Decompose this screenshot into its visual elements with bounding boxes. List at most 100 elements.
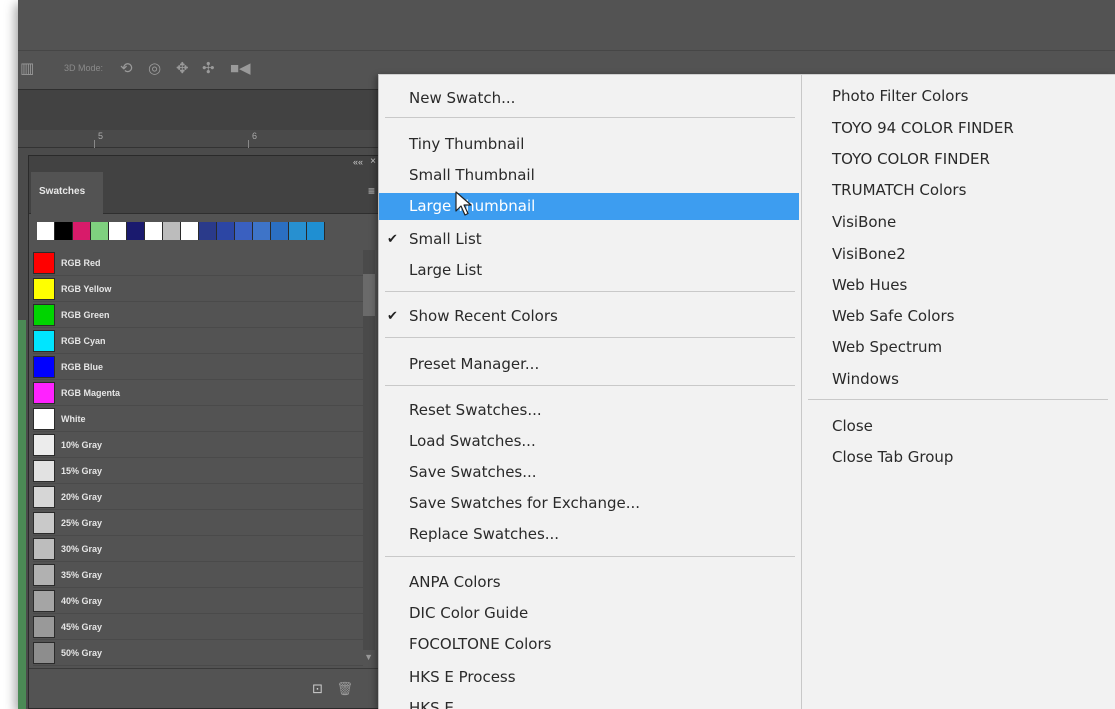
menu-item-web-hues[interactable]: Web Hues bbox=[802, 272, 1115, 299]
menu-item-load-swatches[interactable]: Load Swatches... bbox=[379, 428, 799, 455]
menu-item-label: Show Recent Colors bbox=[409, 307, 558, 325]
menu-item-new-swatch[interactable]: New Swatch... bbox=[379, 85, 799, 112]
swatch-row[interactable]: RGB Green bbox=[33, 302, 363, 328]
recent-colors-row bbox=[37, 222, 325, 240]
menu-item-preset-manager[interactable]: Preset Manager... bbox=[379, 351, 799, 378]
new-swatch-icon[interactable]: ⊡ bbox=[312, 681, 323, 697]
menu-item-photo-filter-colors[interactable]: Photo Filter Colors bbox=[802, 83, 1115, 110]
menu-item-save-swatches[interactable]: Save Swatches... bbox=[379, 459, 799, 486]
menu-item-close[interactable]: Close bbox=[802, 413, 1115, 440]
roll-3d-icon[interactable]: ◎ bbox=[148, 61, 161, 77]
menu-item-show-recent-colors[interactable]: ✔ Show Recent Colors bbox=[379, 303, 799, 330]
menu-item-visibone[interactable]: VisiBone bbox=[802, 209, 1115, 236]
recent-color-swatch[interactable] bbox=[163, 222, 181, 240]
swatch-row[interactable]: 50% Gray bbox=[33, 640, 363, 666]
menu-item-small-list[interactable]: ✔ Small List bbox=[379, 226, 799, 253]
swatch-name: 25% Gray bbox=[61, 517, 103, 528]
rotate-3d-icon[interactable]: ⟲ bbox=[120, 61, 133, 77]
menu-item-large-thumbnail[interactable]: Large Thumbnail bbox=[379, 193, 799, 220]
swatch-row[interactable]: RGB Cyan bbox=[33, 328, 363, 354]
recent-color-swatch[interactable] bbox=[145, 222, 163, 240]
workspace-icon[interactable]: ▥ bbox=[20, 61, 34, 77]
menu-item-windows[interactable]: Windows bbox=[802, 366, 1115, 393]
swatch-name: 20% Gray bbox=[61, 491, 103, 502]
menu-item-trumatch-colors[interactable]: TRUMATCH Colors bbox=[802, 177, 1115, 204]
slide-3d-icon[interactable]: ✣ bbox=[202, 61, 215, 77]
menu-item-anpa-colors[interactable]: ANPA Colors bbox=[379, 569, 799, 596]
zoom-3d-camera-icon[interactable]: ■◀ bbox=[230, 61, 251, 77]
swatch-row[interactable]: 10% Gray bbox=[33, 432, 363, 458]
recent-color-swatch[interactable] bbox=[73, 222, 91, 240]
swatch-color-chip bbox=[33, 329, 55, 352]
menu-separator bbox=[385, 117, 795, 118]
swatch-name: 35% Gray bbox=[61, 569, 103, 580]
menu-item-toyo-94-color-finder[interactable]: TOYO 94 COLOR FINDER bbox=[802, 115, 1115, 142]
menu-item-large-list[interactable]: Large List bbox=[379, 257, 799, 284]
swatch-color-chip bbox=[33, 277, 55, 300]
recent-color-swatch[interactable] bbox=[37, 222, 55, 240]
menu-item-tiny-thumbnail[interactable]: Tiny Thumbnail bbox=[379, 131, 799, 158]
swatch-row[interactable]: 35% Gray bbox=[33, 562, 363, 588]
swatch-row[interactable]: RGB Yellow bbox=[33, 276, 363, 302]
menu-item-hks-e[interactable]: HKS E bbox=[379, 695, 799, 709]
recent-color-swatch[interactable] bbox=[253, 222, 271, 240]
menu-item-hks-e-process[interactable]: HKS E Process bbox=[379, 664, 799, 691]
panel-menu-icon[interactable]: ≡ bbox=[368, 184, 375, 198]
menu-item-dic-color-guide[interactable]: DIC Color Guide bbox=[379, 600, 799, 627]
canvas-edge bbox=[18, 320, 26, 709]
swatch-name: RGB Blue bbox=[61, 361, 104, 372]
menu-item-toyo-color-finder[interactable]: TOYO COLOR FINDER bbox=[802, 146, 1115, 173]
scrollbar-thumb[interactable] bbox=[363, 274, 375, 316]
swatch-color-chip bbox=[33, 615, 55, 638]
swatch-list: RGB Red RGB Yellow RGB Green RGB Cyan RGB Bl… bbox=[33, 250, 363, 666]
recent-color-swatch[interactable] bbox=[127, 222, 145, 240]
swatch-row[interactable]: RGB Red bbox=[33, 250, 363, 276]
menu-bar bbox=[18, 0, 1115, 50]
menu-item-replace-swatches[interactable]: Replace Swatches... bbox=[379, 521, 799, 548]
recent-color-swatch[interactable] bbox=[271, 222, 289, 240]
menu-item-web-safe-colors[interactable]: Web Safe Colors bbox=[802, 303, 1115, 330]
swatch-row[interactable]: 25% Gray bbox=[33, 510, 363, 536]
menu-item-focoltone-colors[interactable]: FOCOLTONE Colors bbox=[379, 631, 799, 658]
close-icon[interactable]: × bbox=[370, 156, 376, 167]
menu-item-visibone2[interactable]: VisiBone2 bbox=[802, 241, 1115, 268]
recent-color-swatch[interactable] bbox=[235, 222, 253, 240]
panel-footer: ⊡ 🗑 bbox=[29, 668, 379, 708]
swatch-row[interactable]: 15% Gray bbox=[33, 458, 363, 484]
swatch-color-chip bbox=[33, 485, 55, 508]
swatch-name: 45% Gray bbox=[61, 621, 103, 632]
recent-color-swatch[interactable] bbox=[181, 222, 199, 240]
tab-swatches[interactable]: Swatches bbox=[31, 172, 103, 214]
menu-item-small-thumbnail[interactable]: Small Thumbnail bbox=[379, 162, 799, 189]
swatch-name: RGB Yellow bbox=[61, 283, 112, 294]
swatch-row[interactable]: RGB Magenta bbox=[33, 380, 363, 406]
recent-color-swatch[interactable] bbox=[199, 222, 217, 240]
menu-item-reset-swatches[interactable]: Reset Swatches... bbox=[379, 397, 799, 424]
recent-color-swatch[interactable] bbox=[55, 222, 73, 240]
scroll-down-icon[interactable]: ▼ bbox=[364, 652, 373, 662]
drag-3d-icon[interactable]: ✥ bbox=[176, 61, 189, 77]
swatch-row[interactable]: 20% Gray bbox=[33, 484, 363, 510]
swatch-row[interactable]: White bbox=[33, 406, 363, 432]
recent-color-swatch[interactable] bbox=[91, 222, 109, 240]
delete-swatch-icon[interactable]: 🗑 bbox=[336, 681, 353, 697]
swatch-row[interactable]: 30% Gray bbox=[33, 536, 363, 562]
menu-separator bbox=[385, 291, 795, 292]
swatch-name: 10% Gray bbox=[61, 439, 103, 450]
swatch-row[interactable]: 40% Gray bbox=[33, 588, 363, 614]
recent-color-swatch[interactable] bbox=[217, 222, 235, 240]
recent-color-swatch[interactable] bbox=[307, 222, 325, 240]
swatch-row[interactable]: 45% Gray bbox=[33, 614, 363, 640]
swatch-color-chip bbox=[33, 537, 55, 560]
collapse-icon[interactable]: «« bbox=[353, 157, 363, 167]
swatch-row[interactable]: RGB Blue bbox=[33, 354, 363, 380]
menu-item-close-tab-group[interactable]: Close Tab Group bbox=[802, 444, 1115, 471]
swatch-name: 40% Gray bbox=[61, 595, 103, 606]
menu-item-web-spectrum[interactable]: Web Spectrum bbox=[802, 334, 1115, 361]
recent-color-swatch[interactable] bbox=[109, 222, 127, 240]
menu-item-save-swatches-for-exchange[interactable]: Save Swatches for Exchange... bbox=[379, 490, 799, 517]
swatch-color-chip bbox=[33, 407, 55, 430]
ruler-tick bbox=[248, 140, 249, 148]
ruler-mark: 6 bbox=[252, 131, 258, 141]
recent-color-swatch[interactable] bbox=[289, 222, 307, 240]
